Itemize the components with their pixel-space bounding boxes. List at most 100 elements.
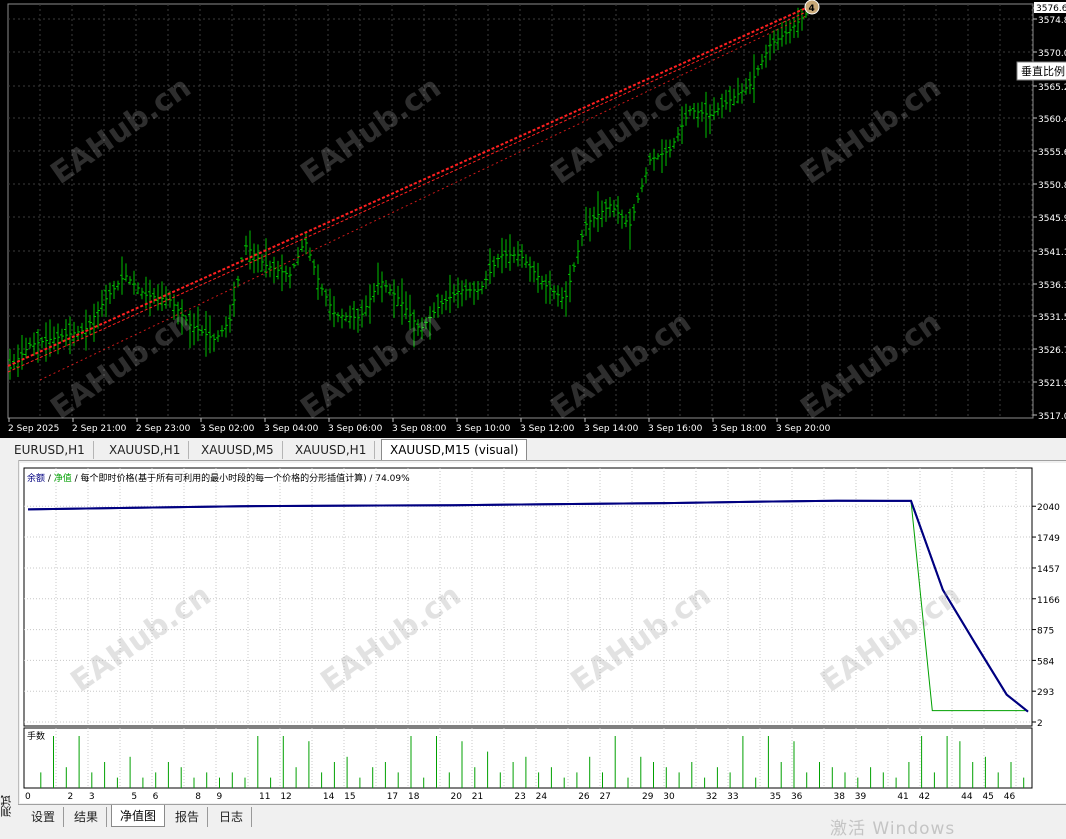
price-axis-label: 3536.3: [1038, 281, 1066, 291]
lots-plot-frame: [23, 727, 1033, 789]
price-axis-label: 3574.8: [1038, 16, 1066, 26]
lots-axis-label: 21: [472, 792, 483, 802]
time-axis-label: 3 Sep 10:00: [456, 424, 511, 434]
trend-line-upper[interactable]: [7, 7, 807, 367]
price-axis-label: 3565.2: [1038, 83, 1066, 93]
lots-axis-label: 42: [919, 792, 930, 802]
equity-axis-label: 1457: [1037, 565, 1060, 575]
lots-axis-label: 46: [1004, 792, 1016, 802]
price-axis-label: 3531.5: [1038, 313, 1066, 323]
time-axis-label: 3 Sep 06:00: [328, 424, 383, 434]
lots-axis-label: 24: [536, 792, 548, 802]
chart-tab-4[interactable]: XAUUSD,M15 (visual): [381, 439, 528, 460]
time-axis-label: 3 Sep 04:00: [264, 424, 319, 434]
time-axis-label: 2 Sep 2025: [8, 424, 59, 434]
chart-tab-1[interactable]: XAUUSD,H1: [101, 441, 190, 459]
windows-activation-watermark: 激活 Windows: [830, 819, 956, 839]
time-axis-label: 3 Sep 12:00: [520, 424, 575, 434]
legend-percent: 74.09%: [375, 474, 410, 484]
trade-marker-label: 4: [809, 4, 815, 14]
tester-tab-1[interactable]: 结果: [66, 807, 108, 827]
eahub-watermark: EAHub.cn: [45, 70, 198, 192]
lots-axis-label: 15: [344, 792, 355, 802]
price-axis-label: 3521.9: [1038, 379, 1066, 389]
tester-side-label: 测试: [0, 795, 13, 817]
time-axis-label: 3 Sep 20:00: [776, 424, 831, 434]
lots-axis-label: 5: [131, 792, 137, 802]
equity-axis-label: 2040: [1037, 503, 1060, 513]
tester-tab-4[interactable]: 日志: [211, 807, 253, 827]
equity-axis-label: 1749: [1037, 534, 1060, 544]
time-axis-label: 3 Sep 02:00: [200, 424, 255, 434]
lots-axis-label: 30: [663, 792, 675, 802]
equity-axis-label: 875: [1037, 627, 1054, 637]
time-axis-label: 3 Sep 14:00: [584, 424, 639, 434]
chart-tab-2[interactable]: XAUUSD,M5: [193, 441, 283, 459]
tester-tab-2[interactable]: 净值图: [111, 805, 166, 827]
equity-graph-panel[interactable]: 204017491457116687558429320 2 3 5 6 8 9 11 12 14 1…: [20, 463, 1066, 803]
lots-axis-label: 27: [599, 792, 610, 802]
time-axis-label: 3 Sep 18:00: [712, 424, 767, 434]
eahub-watermark: EAHub.cn: [795, 70, 948, 192]
lots-axis-label: 11: [259, 792, 270, 802]
lots-axis-label: 20: [451, 792, 463, 802]
lots-axis-label: 29: [642, 792, 654, 802]
lots-axis-label: 14: [323, 792, 335, 802]
lots-axis-label: 32: [706, 792, 717, 802]
lots-axis-label: 39: [855, 792, 867, 802]
lots-axis-label: 26: [578, 792, 590, 802]
lots-axis-label: 35: [770, 792, 781, 802]
time-axis-label: 3 Sep 08:00: [392, 424, 447, 434]
lots-axis-label: 36: [791, 792, 803, 802]
price-axis-label: 3517.0: [1038, 412, 1066, 422]
lots-axis-label: 2: [68, 792, 74, 802]
eahub-watermark: EAHub.cn: [795, 305, 948, 427]
eahub-watermark: EAHub.cn: [545, 305, 698, 427]
price-axis-label: 3550.8: [1038, 181, 1066, 191]
time-axis-label: 2 Sep 21:00: [72, 424, 127, 434]
chart-tab-strip: EURUSD,H1 XAUUSD,H1 XAUUSD,M5 XAUUSD,H1 XAUU…: [0, 438, 1066, 461]
lots-axis-label: 6: [153, 792, 159, 802]
chart-tab-3[interactable]: XAUUSD,H1: [287, 441, 376, 459]
price-axis-label: 3560.4: [1038, 115, 1066, 125]
vertical-scale-tooltip-text: 垂直比例: [1021, 64, 1065, 78]
price-axis-label: 3541.1: [1038, 248, 1066, 258]
lots-axis-label: 17: [387, 792, 398, 802]
legend-equity-label: 净值: [54, 472, 72, 484]
equity-axis-label: 584: [1037, 657, 1054, 667]
price-chart[interactable]: 3576.6 3574.8 3570.0 3565.2 3560.4 3555.6 3550…: [0, 0, 1066, 438]
equity-legend: 余额 / 净值 / 每个即时价格(基于所有可利用的最小时段的每一个价格的分形插值…: [27, 472, 410, 484]
lots-axis-label: 18: [408, 792, 420, 802]
legend-separator: /: [45, 474, 54, 484]
current-price-label: 3576.6: [1036, 4, 1066, 14]
lots-axis-label: 9: [216, 792, 222, 802]
tester-side-strip: [0, 460, 19, 833]
chart-tab-0[interactable]: EURUSD,H1: [6, 441, 94, 459]
lots-axis-label: 8: [195, 792, 201, 802]
tester-tab-0[interactable]: 设置: [23, 807, 65, 827]
time-axis-label: 3 Sep 16:00: [648, 424, 703, 434]
lots-axis-label: 3: [89, 792, 95, 802]
equity-axis-label: 293: [1037, 688, 1054, 698]
lots-axis-label: 44: [961, 792, 973, 802]
price-axis-label: 3526.7: [1038, 346, 1066, 356]
lots-axis-label: 12: [280, 792, 291, 802]
lots-axis-label: 45: [982, 792, 993, 802]
lots-axis-label: 23: [514, 792, 525, 802]
eahub-watermark: EAHub.cn: [295, 305, 448, 427]
lots-label: 手数: [27, 730, 45, 742]
equity-axis-label: 1166: [1037, 596, 1060, 606]
lots-axis-label: 38: [834, 792, 846, 802]
eahub-watermark: EAHub.cn: [45, 305, 198, 427]
tester-tab-3[interactable]: 报告: [167, 807, 209, 827]
equity-axis-label: 2: [1037, 719, 1043, 729]
lots-axis-label: 41: [897, 792, 908, 802]
lots-axis-label: 33: [727, 792, 738, 802]
lots-axis-label: 0: [25, 792, 31, 802]
eahub-watermark: EAHub.cn: [295, 70, 448, 192]
eahub-watermark: EAHub.cn: [545, 70, 698, 192]
legend-description: / 每个即时价格(基于所有可利用的最小时段的每一个价格的分形插值计算) /: [72, 472, 376, 484]
price-axis-label: 3570.0: [1038, 49, 1066, 59]
legend-balance-label: 余额: [27, 472, 45, 484]
price-axis-label: 3555.6: [1038, 148, 1066, 158]
